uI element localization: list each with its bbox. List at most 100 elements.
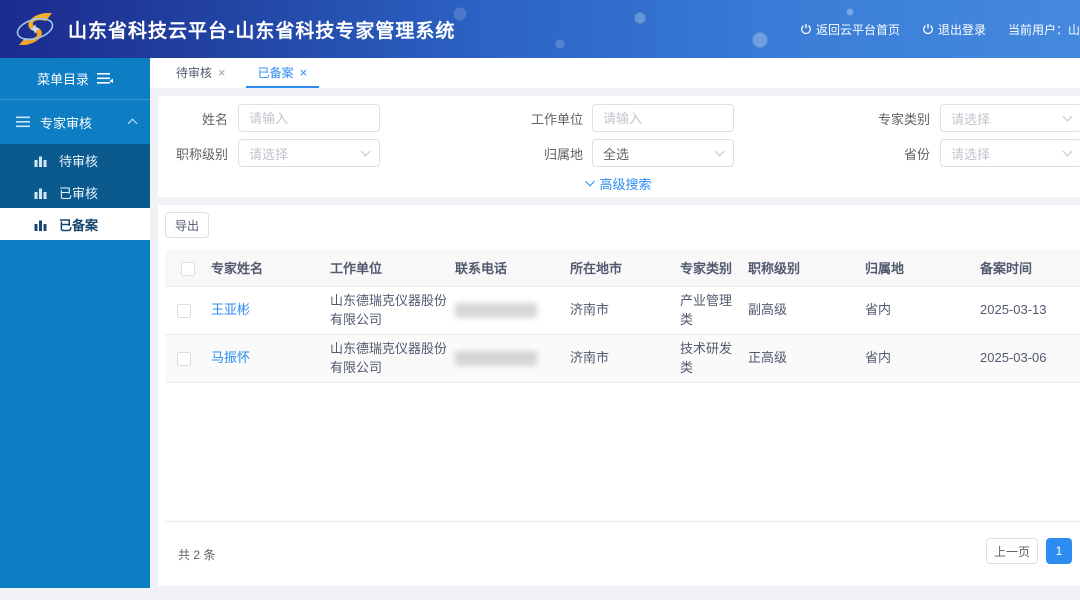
search-panel: 姓名 工作单位 专家类别 请选择 <box>158 96 1080 197</box>
sidebar-item-pending-review[interactable]: 待审核 <box>0 144 150 176</box>
sidebar-group-label: 专家审核 <box>40 113 129 132</box>
bar-chart-icon <box>34 154 47 167</box>
table-row: 马振怀 山东德瑞克仪器股份有限公司 济南市 技术研发类 正高级 省内 2025-… <box>165 334 1080 382</box>
col-header-region: 归属地 <box>865 250 980 286</box>
pagination: 上一页 1 <box>986 538 1072 564</box>
cell-region: 省内 <box>865 334 980 382</box>
bar-chart-icon <box>34 218 47 231</box>
select-value: 全选 <box>603 144 629 163</box>
expert-category-field-label: 专家类别 <box>850 109 930 128</box>
sidebar-item-recorded[interactable]: 已备案 <box>0 208 150 240</box>
power-icon <box>800 23 812 35</box>
chevron-down-icon <box>1063 147 1073 157</box>
sidebar-submenu: 待审核 已审核 已备案 <box>0 144 150 240</box>
title-level-field-label: 职称级别 <box>168 144 228 163</box>
cell-city: 济南市 <box>570 286 680 334</box>
cell-title-level: 正高级 <box>748 334 865 382</box>
table-panel: 导出 专家姓名 工作单位 联系电话 所在地市 <box>158 205 1080 586</box>
export-button[interactable]: 导出 <box>165 212 209 238</box>
sidebar-item-label: 已备案 <box>59 215 98 234</box>
close-tab-icon[interactable]: × <box>300 66 308 79</box>
work-unit-field-label: 工作单位 <box>503 109 583 128</box>
table-row: 王亚彬 山东德瑞克仪器股份有限公司 济南市 产业管理类 副高级 省内 2025-… <box>165 286 1080 334</box>
col-header-expert-name: 专家姓名 <box>211 250 330 286</box>
prev-page-button[interactable]: 上一页 <box>986 538 1038 564</box>
work-unit-input[interactable] <box>592 104 734 132</box>
cell-record-date: 2025-03-06 <box>980 334 1080 382</box>
cell-company: 山东德瑞克仪器股份有限公司 <box>330 286 455 334</box>
logout-link[interactable]: 退出登录 <box>922 21 986 38</box>
cell-category: 产业管理类 <box>680 286 748 334</box>
col-header-phone: 联系电话 <box>455 250 570 286</box>
advanced-search-label: 高级搜索 <box>599 174 651 193</box>
sidebar: 菜单目录 专家审核 待审 <box>0 58 150 588</box>
total-count: 共 2 条 <box>178 546 215 563</box>
phone-redacted <box>455 351 537 366</box>
tab-recorded[interactable]: 已备案 × <box>246 58 320 88</box>
app-logo <box>14 8 56 50</box>
col-header-record-date: 备案时间 <box>980 250 1080 286</box>
page-1-button[interactable]: 1 <box>1046 538 1072 564</box>
cell-title-level: 副高级 <box>748 286 865 334</box>
app-title: 山东省科技云平台-山东省科技专家管理系统 <box>68 16 455 43</box>
sidebar-group-expert-review[interactable]: 专家审核 <box>0 100 150 144</box>
tab-label: 已备案 <box>258 64 294 81</box>
tab-label: 待审核 <box>176 64 212 81</box>
col-header-title-level: 职称级别 <box>748 250 865 286</box>
name-field-label: 姓名 <box>168 109 228 128</box>
list-icon <box>16 116 30 128</box>
chevron-down-icon <box>1063 112 1073 122</box>
chevron-down-icon <box>585 177 595 187</box>
expert-name-link[interactable]: 马振怀 <box>211 350 250 365</box>
row-checkbox[interactable] <box>177 304 191 318</box>
cell-category: 技术研发类 <box>680 334 748 382</box>
col-header-work-unit: 工作单位 <box>330 250 455 286</box>
brand: 山东省科技云平台-山东省科技专家管理系统 <box>0 8 455 50</box>
select-all-checkbox[interactable] <box>181 262 195 276</box>
return-home-link[interactable]: 返回云平台首页 <box>800 21 900 38</box>
close-tab-icon[interactable]: × <box>218 66 226 79</box>
bar-chart-icon <box>34 186 47 199</box>
menu-directory-label: 菜单目录 <box>37 69 89 88</box>
cell-record-date: 2025-03-13 <box>980 286 1080 334</box>
header-links: 返回云平台首页 退出登录 当前用户：山东 <box>800 0 1080 58</box>
cell-company: 山东德瑞克仪器股份有限公司 <box>330 334 455 382</box>
collapse-menu-icon <box>97 72 113 85</box>
select-value: 请选择 <box>249 144 288 163</box>
return-home-label: 返回云平台首页 <box>816 21 900 38</box>
sidebar-item-label: 已审核 <box>59 183 98 202</box>
chevron-up-icon <box>128 119 138 129</box>
chevron-down-icon <box>361 147 371 157</box>
main-content: 待审核 × 已备案 × 姓名 工作单位 <box>150 58 1080 600</box>
province-select[interactable]: 请选择 <box>940 139 1080 167</box>
cell-region: 省内 <box>865 286 980 334</box>
cell-city: 济南市 <box>570 334 680 382</box>
table-header-row: 专家姓名 工作单位 联系电话 所在地市 专家类别 职称级别 归属地 备案时间 <box>165 250 1080 286</box>
region-field-label: 归属地 <box>503 144 583 163</box>
advanced-search-toggle[interactable]: 高级搜索 <box>586 174 651 193</box>
experts-table: 专家姓名 工作单位 联系电话 所在地市 专家类别 职称级别 归属地 备案时间 <box>165 250 1080 383</box>
power-icon <box>922 23 934 35</box>
region-select[interactable]: 全选 <box>592 139 734 167</box>
select-value: 请选择 <box>951 144 990 163</box>
col-header-city: 所在地市 <box>570 250 680 286</box>
row-checkbox[interactable] <box>177 352 191 366</box>
menu-directory-toggle[interactable]: 菜单目录 <box>0 58 150 100</box>
chevron-down-icon <box>715 147 725 157</box>
expert-name-link[interactable]: 王亚彬 <box>211 302 250 317</box>
tab-bar: 待审核 × 已备案 × <box>150 58 1080 88</box>
table-bottom-border <box>165 521 1080 522</box>
name-input[interactable] <box>238 104 380 132</box>
title-level-select[interactable]: 请选择 <box>238 139 380 167</box>
app-window: 山东省科技云平台-山东省科技专家管理系统 返回云平台首页 退出登录 当前用户：山… <box>0 0 1080 600</box>
col-header-category: 专家类别 <box>680 250 748 286</box>
logout-label: 退出登录 <box>938 21 986 38</box>
current-user: 当前用户：山东 <box>1008 21 1080 38</box>
select-value: 请选择 <box>951 109 990 128</box>
sidebar-item-label: 待审核 <box>59 151 98 170</box>
app-header: 山东省科技云平台-山东省科技专家管理系统 返回云平台首页 退出登录 当前用户：山… <box>0 0 1080 58</box>
tab-pending-review[interactable]: 待审核 × <box>164 58 238 88</box>
sidebar-item-reviewed[interactable]: 已审核 <box>0 176 150 208</box>
expert-category-select[interactable]: 请选择 <box>940 104 1080 132</box>
phone-redacted <box>455 303 537 318</box>
